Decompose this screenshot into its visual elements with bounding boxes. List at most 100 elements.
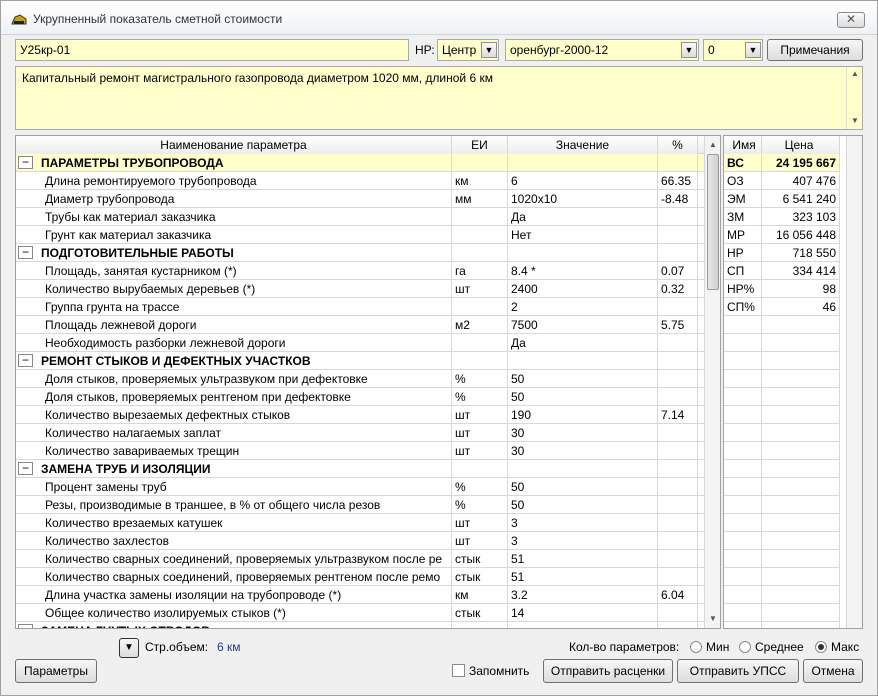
scroll-thumb[interactable] <box>707 154 719 290</box>
table-row[interactable]: Необходимость разборки лежневой дороги Да <box>16 334 706 352</box>
section-row[interactable]: − ЗАМЕНА ТРУБ И ИЗОЛЯЦИИ <box>16 460 706 478</box>
table-row[interactable]: Грунт как материал заказчика Нет <box>16 226 706 244</box>
price-row[interactable]: СП 334 414 <box>724 262 840 280</box>
prices-scrollbar[interactable] <box>846 136 862 628</box>
table-row[interactable]: Количество завариваемых трещин шт 30 <box>16 442 706 460</box>
cell-value[interactable]: 6 <box>508 172 658 190</box>
price-row[interactable]: ОЗ 407 476 <box>724 172 840 190</box>
price-row[interactable]: ВС 24 195 667 <box>724 154 840 172</box>
scroll-up-icon[interactable]: ▲ <box>847 67 863 81</box>
cell-value[interactable]: Нет <box>508 226 658 244</box>
price-row[interactable]: СП% 46 <box>724 298 840 316</box>
header-price-name[interactable]: Имя <box>724 136 762 154</box>
table-row[interactable]: Процент замены труб% 50 <box>16 478 706 496</box>
price-row[interactable]: НР 718 550 <box>724 244 840 262</box>
header-price-value[interactable]: Цена <box>762 136 840 154</box>
table-row[interactable]: Трубы как материал заказчика Да <box>16 208 706 226</box>
cancel-button[interactable]: Отмена <box>803 659 863 683</box>
cell-value[interactable]: 50 <box>508 478 658 496</box>
cell-value[interactable] <box>508 352 658 370</box>
price-row[interactable]: ЗМ 323 103 <box>724 208 840 226</box>
cell-value[interactable]: 50 <box>508 496 658 514</box>
nr-combo[interactable]: Центр ▼ <box>437 39 499 61</box>
radio-min-label[interactable]: Мин <box>706 640 729 654</box>
cell-value[interactable]: 14 <box>508 604 658 622</box>
cell-value[interactable]: Да <box>508 334 658 352</box>
cell-value[interactable]: 51 <box>508 568 658 586</box>
scroll-up-icon[interactable]: ▲ <box>705 138 720 152</box>
table-row[interactable]: Площадь лежневой дороги м2 7500 5.75 <box>16 316 706 334</box>
section-row[interactable]: − ПОДГОТОВИТЕЛЬНЫЕ РАБОТЫ <box>16 244 706 262</box>
cell-value[interactable]: 7500 <box>508 316 658 334</box>
table-row[interactable]: Доля стыков, проверяемых ультразвуком пр… <box>16 370 706 388</box>
radio-avg-label[interactable]: Среднее <box>755 640 804 654</box>
cell-value[interactable] <box>508 154 658 172</box>
collapse-icon[interactable]: − <box>18 624 33 628</box>
cell-value[interactable] <box>508 460 658 478</box>
send-prices-button[interactable]: Отправить расценки <box>543 659 673 683</box>
cell-value[interactable]: 1020x10 <box>508 190 658 208</box>
description-textarea[interactable]: Капитальный ремонт магистрального газопр… <box>15 66 863 130</box>
collapse-icon[interactable]: − <box>18 246 33 259</box>
remember-checkbox[interactable] <box>452 664 465 677</box>
table-row[interactable]: Количество вырезаемых дефектных стыков шт… <box>16 406 706 424</box>
cell-value[interactable]: 2400 <box>508 280 658 298</box>
table-row[interactable]: Группа грунта на трассе 2 <box>16 298 706 316</box>
table-row[interactable]: Длина ремонтируемого трубопровода км 6 66.3… <box>16 172 706 190</box>
expand-down-button[interactable]: ▼ <box>119 638 139 658</box>
price-row[interactable]: ЭМ 6 541 240 <box>724 190 840 208</box>
parameters-button[interactable]: Параметры <box>15 659 97 683</box>
table-row[interactable]: Количество захлестов шт 3 <box>16 532 706 550</box>
cell-value[interactable] <box>508 622 658 628</box>
price-row[interactable]: НР% 98 <box>724 280 840 298</box>
scroll-down-icon[interactable]: ▼ <box>705 612 720 626</box>
header-value[interactable]: Значение <box>508 136 658 154</box>
remember-label[interactable]: Запомнить <box>469 664 529 678</box>
table-scrollbar[interactable]: ▲ ▼ <box>704 136 720 628</box>
description-scrollbar[interactable]: ▲ ▼ <box>846 67 862 129</box>
chevron-down-icon[interactable]: ▼ <box>745 42 761 58</box>
table-row[interactable]: Диаметр трубопровода мм 1020x10 -8.48 <box>16 190 706 208</box>
header-name[interactable]: Наименование параметра <box>16 136 452 154</box>
scroll-down-icon[interactable]: ▼ <box>847 114 863 128</box>
cell-value[interactable]: 3.2 <box>508 586 658 604</box>
send-upss-button[interactable]: Отправить УПСС <box>677 659 799 683</box>
header-unit[interactable]: ЕИ <box>452 136 508 154</box>
cell-value[interactable]: 30 <box>508 424 658 442</box>
cell-value[interactable]: Да <box>508 208 658 226</box>
chevron-down-icon[interactable]: ▼ <box>681 42 697 58</box>
table-row[interactable]: Доля стыков, проверяемых рентгеном при д… <box>16 388 706 406</box>
chevron-down-icon[interactable]: ▼ <box>481 42 497 58</box>
cell-value[interactable]: 8.4 * <box>508 262 658 280</box>
table-row[interactable]: Общее количество изолируемых стыков (*) с… <box>16 604 706 622</box>
cell-value[interactable]: 3 <box>508 532 658 550</box>
header-percent[interactable]: % <box>658 136 698 154</box>
table-row[interactable]: Резы, производимые в траншее, в % от общ… <box>16 496 706 514</box>
collapse-icon[interactable]: − <box>18 354 33 367</box>
cell-value[interactable]: 3 <box>508 514 658 532</box>
table-row[interactable]: Площадь, занятая кустарником (*) га 8.4 * 0… <box>16 262 706 280</box>
code-field[interactable]: У25кр-01 <box>15 39 409 61</box>
collapse-icon[interactable]: − <box>18 462 33 475</box>
section-row[interactable]: − ЗАМЕНА ГНУТЫХ ОТВОДОВ <box>16 622 706 628</box>
cell-value[interactable] <box>508 244 658 262</box>
table-row[interactable]: Количество вырубаемых деревьев (*) шт 2400… <box>16 280 706 298</box>
radio-max[interactable] <box>815 641 827 653</box>
radio-min[interactable] <box>690 641 702 653</box>
cell-value[interactable]: 50 <box>508 370 658 388</box>
cell-value[interactable]: 51 <box>508 550 658 568</box>
table-row[interactable]: Количество сварных соединений, проверяем… <box>16 550 706 568</box>
radio-max-label[interactable]: Макс <box>831 640 859 654</box>
cell-value[interactable]: 50 <box>508 388 658 406</box>
region-combo[interactable]: оренбург-2000-12 ▼ <box>505 39 699 61</box>
price-row[interactable]: МР 16 056 448 <box>724 226 840 244</box>
notes-button[interactable]: Примечания <box>767 39 863 61</box>
index-combo[interactable]: 0 ▼ <box>703 39 763 61</box>
collapse-icon[interactable]: − <box>18 156 33 169</box>
cell-value[interactable]: 2 <box>508 298 658 316</box>
section-row[interactable]: − ПАРАМЕТРЫ ТРУБОПРОВОДА <box>16 154 706 172</box>
table-row[interactable]: Количество врезаемых катушек шт 3 <box>16 514 706 532</box>
cell-value[interactable]: 190 <box>508 406 658 424</box>
table-row[interactable]: Длина участка замены изоляции на трубопр… <box>16 586 706 604</box>
radio-avg[interactable] <box>739 641 751 653</box>
